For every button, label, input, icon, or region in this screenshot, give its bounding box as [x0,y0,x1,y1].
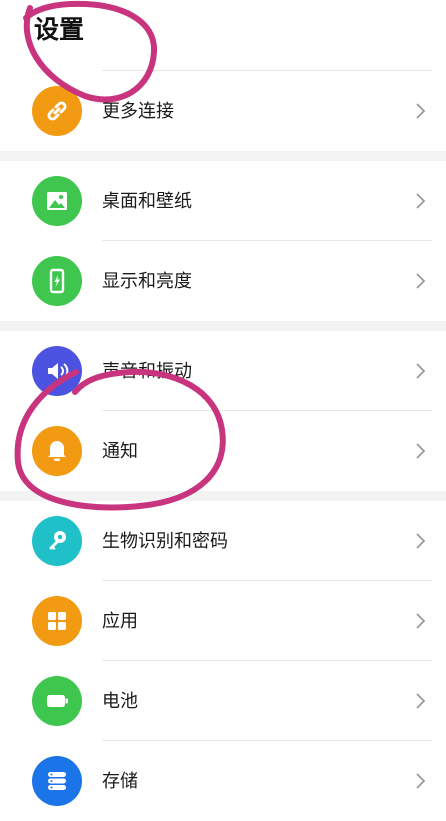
settings-item-label: 通知 [102,441,138,462]
settings-item-label: 更多连接 [102,101,174,122]
chevron-right-icon [414,531,428,551]
settings-item-label: 生物识别和密码 [102,531,228,552]
chevron-right-icon [414,611,428,631]
settings-item-biometrics-password[interactable]: 生物识别和密码 [0,501,446,581]
settings-item-more-connections[interactable]: 更多连接 [0,71,446,151]
settings-item-label: 应用 [102,611,138,632]
bell-icon [32,426,82,476]
settings-item-label: 桌面和壁纸 [102,191,192,212]
settings-item-storage[interactable]: 存储 [0,741,446,821]
settings-item-battery[interactable]: 电池 [0,661,446,741]
chevron-right-icon [414,361,428,381]
link-icon [32,86,82,136]
settings-item-sound-vibration[interactable]: 声音和振动 [0,331,446,411]
page-title: 设置 [34,15,85,44]
settings-item-apps[interactable]: 应用 [0,581,446,661]
chevron-right-icon [414,771,428,791]
section-gap [0,491,446,501]
brightness-icon [32,256,82,306]
chevron-right-icon [414,101,428,121]
apps-grid-icon [32,596,82,646]
settings-item-notifications[interactable]: 通知 [0,411,446,491]
battery-icon [32,676,82,726]
section-gap [0,321,446,331]
settings-item-label: 存储 [102,771,138,792]
chevron-right-icon [414,691,428,711]
image-icon [32,176,82,226]
key-icon [32,516,82,566]
settings-item-display-brightness[interactable]: 显示和亮度 [0,241,446,321]
section-gap [0,151,446,161]
storage-icon [32,756,82,806]
settings-item-label: 电池 [102,691,138,712]
settings-item-label: 声音和振动 [102,361,192,382]
settings-item-label: 显示和亮度 [102,271,192,292]
chevron-right-icon [414,271,428,291]
speaker-icon [32,346,82,396]
chevron-right-icon [414,191,428,211]
chevron-right-icon [414,441,428,461]
settings-item-desktop-wallpaper[interactable]: 桌面和壁纸 [0,161,446,241]
